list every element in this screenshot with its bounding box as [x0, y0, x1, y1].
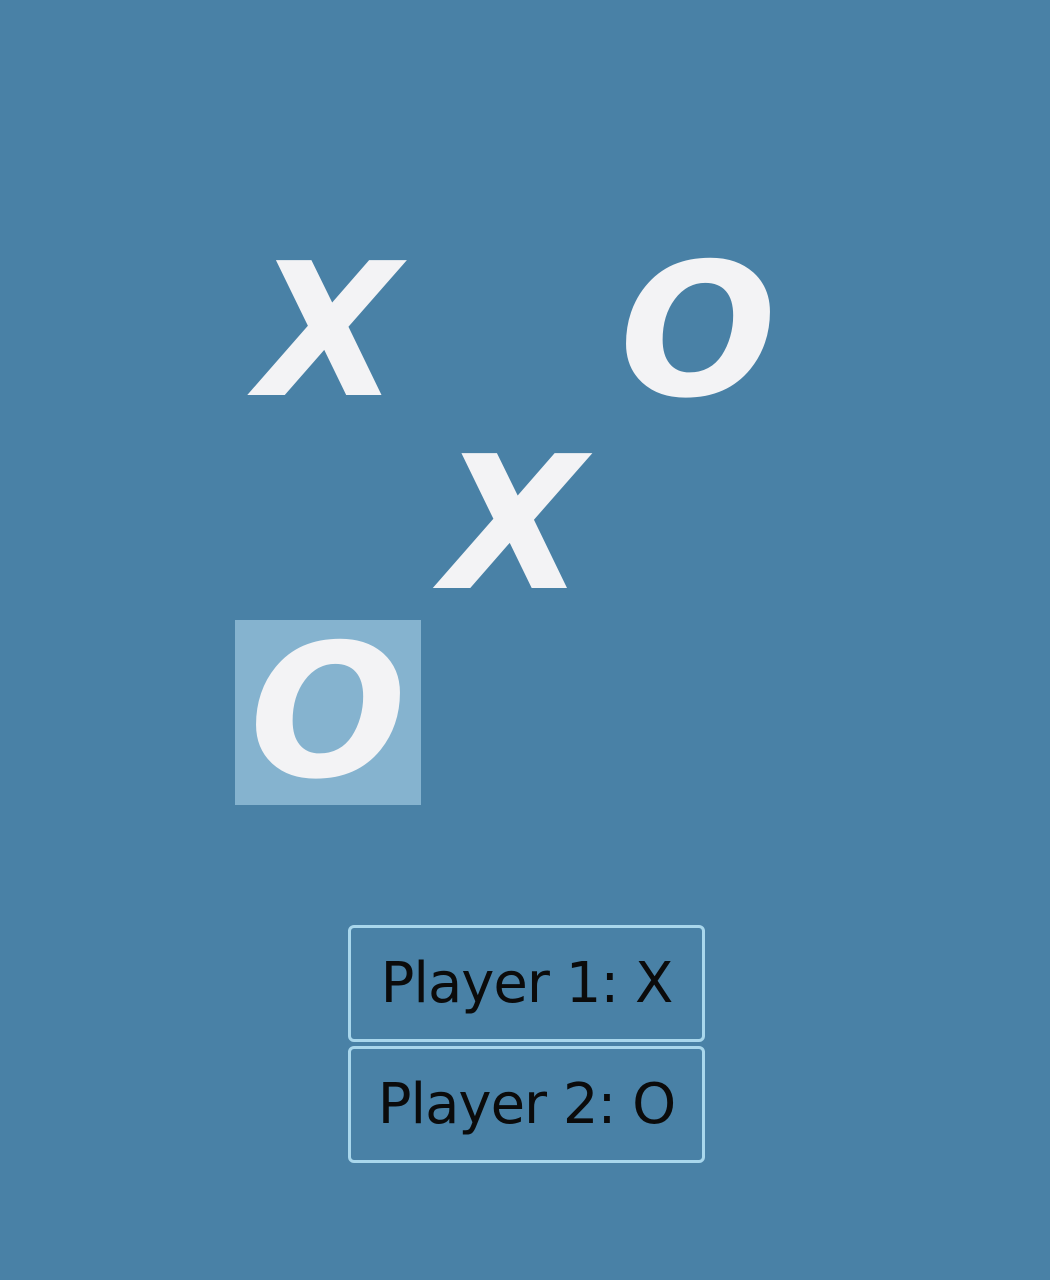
- board-cell-6[interactable]: [606, 428, 790, 620]
- player-2-label: Player 2: O: [348, 1046, 705, 1163]
- board-cell-4[interactable]: [235, 428, 421, 620]
- player-panel: Player 1: X Player 2: O: [348, 925, 705, 1163]
- board-cell-3[interactable]: O: [606, 235, 790, 428]
- board-cell-9[interactable]: [606, 620, 790, 805]
- player-1-label: Player 1: X: [348, 925, 705, 1042]
- board-cell-1[interactable]: X: [235, 235, 421, 428]
- game-board: X O X O: [235, 235, 790, 805]
- board-cell-8[interactable]: [421, 620, 606, 805]
- board-cell-7[interactable]: O: [235, 620, 421, 805]
- board-cell-2[interactable]: [421, 235, 606, 428]
- board-cell-5[interactable]: X: [421, 428, 606, 620]
